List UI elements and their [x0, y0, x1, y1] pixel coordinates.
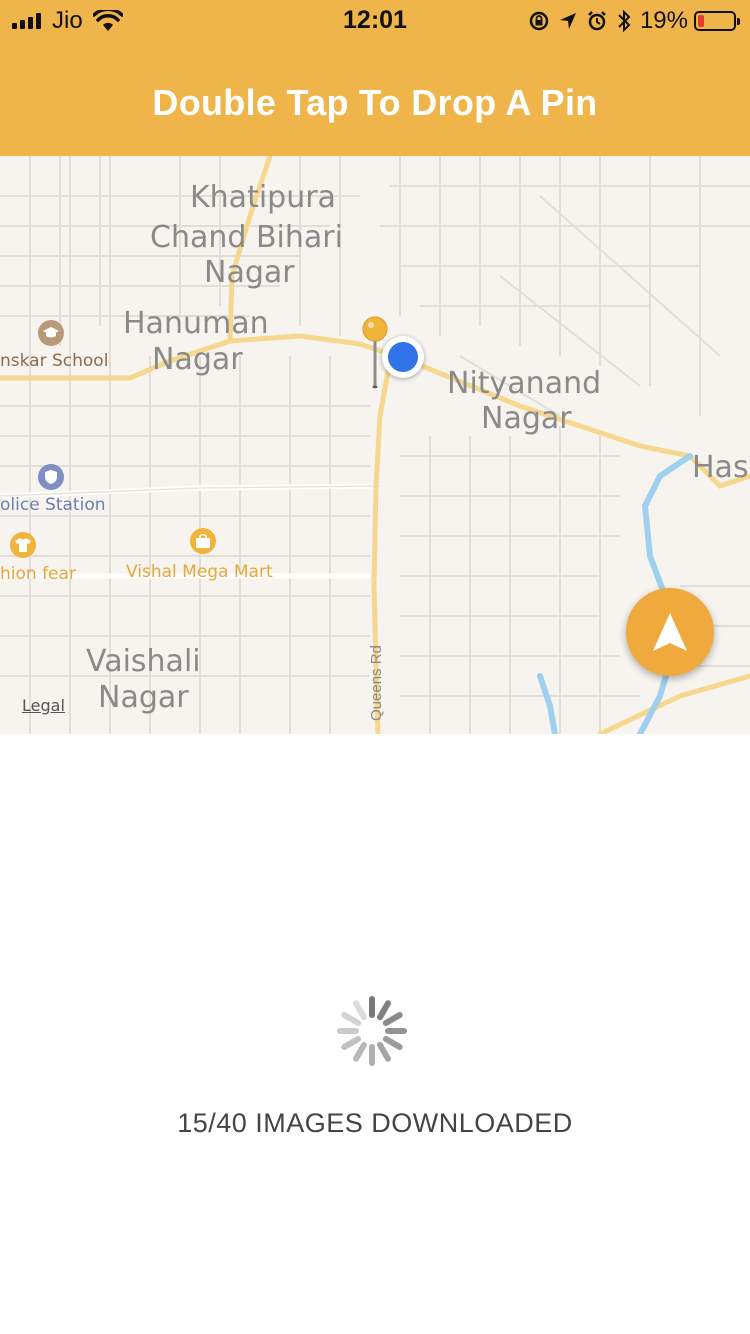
- map-label-hanuman-nagar: Nagar: [152, 342, 243, 377]
- map-label-khatipura: Khatipura: [190, 180, 336, 215]
- header-bar: Jio 12:01 19% Double Tap To Drop A Pin: [0, 0, 750, 156]
- spinner-spoke: [353, 1041, 367, 1062]
- map-label-hanuman: Hanuman: [123, 306, 269, 341]
- spinner-spoke: [341, 1012, 362, 1026]
- location-arrow-icon: [559, 13, 576, 29]
- legal-link[interactable]: Legal: [22, 696, 65, 715]
- police-icon[interactable]: [38, 464, 64, 490]
- map-label-chand-bihari-nagar: Nagar: [204, 255, 295, 290]
- bluetooth-icon: [618, 9, 631, 33]
- navigate-button[interactable]: [626, 588, 714, 676]
- spinner-spoke: [382, 1036, 403, 1050]
- spinner-spoke: [341, 1036, 362, 1050]
- alarm-icon: [588, 11, 606, 31]
- spinner-spoke: [353, 1000, 367, 1021]
- download-progress-text: 15/40 IMAGES DOWNLOADED: [177, 1108, 573, 1138]
- loading-spinner-icon: [337, 996, 407, 1066]
- navigation-arrow-icon: [653, 613, 687, 651]
- poi-label-school[interactable]: nskar School: [0, 351, 108, 371]
- battery-percent: 19%: [639, 7, 688, 34]
- page-title: Double Tap To Drop A Pin: [152, 82, 598, 123]
- spinner-spoke: [377, 1041, 391, 1062]
- shopping-bag-icon[interactable]: [190, 528, 216, 554]
- poi-label-mart[interactable]: Vishal Mega Mart: [126, 562, 273, 582]
- map-view[interactable]: Khatipura Chand Bihari Nagar Hanuman Nag…: [0, 156, 750, 734]
- status-bar-right: 19%: [520, 7, 740, 35]
- spinner-spoke: [382, 1012, 403, 1026]
- map-label-has: Has: [692, 450, 749, 485]
- map-label-nityanand: Nityanand: [447, 366, 602, 401]
- poi-label-police[interactable]: olice Station: [0, 495, 106, 515]
- spinner-spoke: [377, 1000, 391, 1021]
- road-label-queens-rd: Queens Rd: [368, 645, 385, 721]
- map-label-vaishali: Vaishali: [86, 644, 201, 679]
- school-icon[interactable]: [38, 320, 64, 346]
- battery-icon: [694, 11, 740, 31]
- user-location-dot: [382, 336, 424, 378]
- battery-level: [698, 15, 704, 27]
- poi-label-fashion[interactable]: hion fear: [0, 564, 76, 584]
- rotation-lock-icon: [529, 11, 549, 31]
- clothing-store-icon[interactable]: [10, 532, 36, 558]
- status-bar: Jio 12:01 19%: [0, 0, 750, 40]
- map-label-chand-bihari: Chand Bihari: [150, 220, 343, 255]
- map-label-nityanand-nagar: Nagar: [481, 401, 572, 436]
- map-label-vaishali-nagar: Nagar: [98, 680, 189, 715]
